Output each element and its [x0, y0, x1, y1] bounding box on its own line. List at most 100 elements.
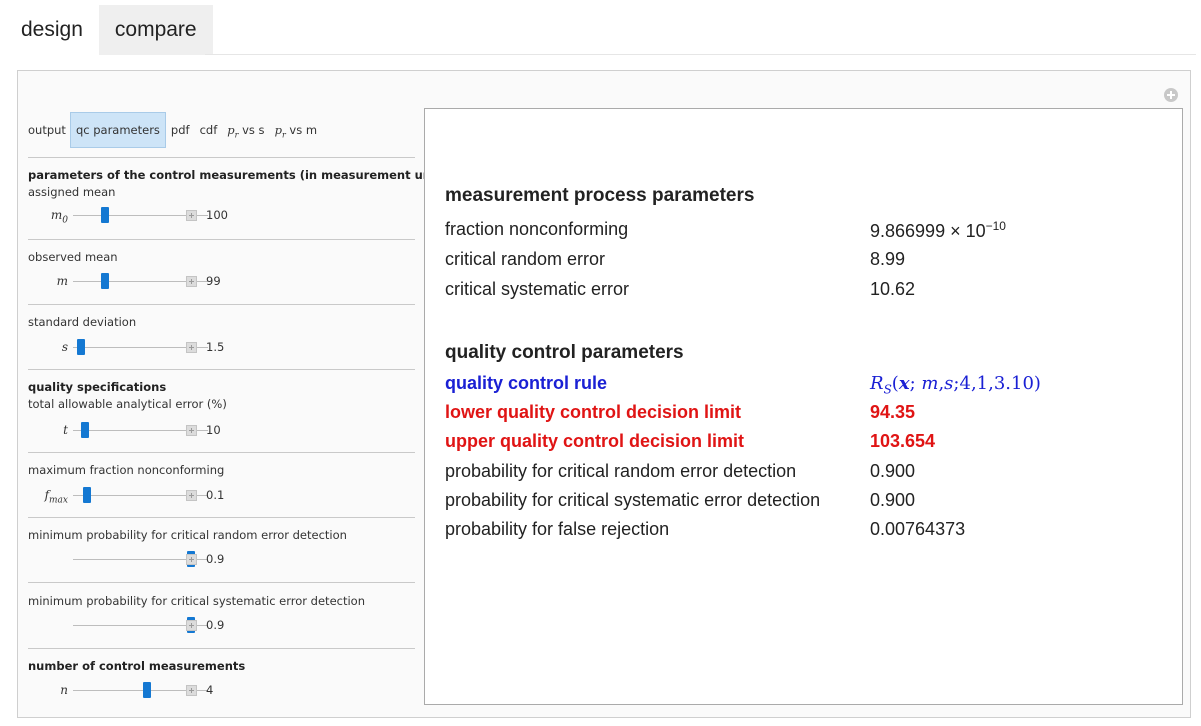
critical-random-error-label: critical random error [445, 249, 606, 269]
standard-deviation-label: standard deviation [28, 315, 137, 329]
tab-design[interactable]: design [5, 5, 99, 55]
prob-false-rejection-label: probability for false rejection [445, 519, 670, 539]
prob-random-row: probability for critical random error de… [445, 461, 1165, 489]
lower-limit-row: lower quality control decision limit 94.… [445, 402, 1165, 430]
expand-icon[interactable] [186, 276, 197, 287]
assigned-mean-slider[interactable]: m0 100 [28, 205, 415, 225]
observed-mean-slider[interactable]: m 99 [28, 271, 415, 291]
max-fraction-nonconforming-label: maximum fraction nonconforming [28, 463, 225, 477]
min-prob-random-value: 0.9 [206, 552, 225, 566]
output-area: measurement process parameters fraction … [424, 108, 1183, 705]
section-header-control-measurements: parameters of the control measurements (… [28, 168, 453, 182]
upper-limit-row: upper quality control decision limit 103… [445, 431, 1165, 459]
standard-deviation-value: 1.5 [206, 340, 225, 354]
option-pr-vs-m[interactable]: pr vs m [270, 112, 323, 148]
lower-limit-label: lower quality control decision limit [445, 402, 742, 422]
option-pr-vs-s-label: vs s [242, 123, 265, 137]
expand-icon[interactable] [186, 685, 197, 696]
slider-thumb[interactable] [77, 339, 85, 355]
qc-rule-args: 4,1,3.10) [959, 373, 1041, 394]
option-pdf[interactable]: pdf [166, 112, 195, 148]
qc-parameters-header: quality control parameters [445, 342, 684, 363]
qc-rule-row: quality control rule RS(x; m,s;4,1,3.10) [445, 373, 1165, 401]
expand-icon[interactable] [186, 620, 197, 631]
min-prob-systematic-label: minimum probability for critical systema… [28, 594, 365, 608]
expand-icon[interactable] [186, 342, 197, 353]
fraction-nonconforming-value: 9.866999 × 10−10 [870, 219, 1006, 241]
add-icon[interactable] [1164, 88, 1178, 102]
observed-mean-label: observed mean [28, 250, 118, 264]
fraction-nonconforming-mantissa: 9.866999 [870, 221, 946, 241]
divider [28, 369, 415, 370]
slider-thumb[interactable] [101, 207, 109, 223]
section-header-quality-specifications: quality specifications [28, 380, 167, 394]
max-fraction-nonconforming-value: 0.1 [206, 488, 225, 502]
option-pr-vs-m-label: vs m [289, 123, 318, 137]
critical-random-error-value: 8.99 [870, 249, 906, 269]
expand-icon[interactable] [186, 490, 197, 501]
observed-mean-value: 99 [206, 274, 221, 288]
assigned-mean-value: 100 [206, 208, 228, 222]
divider [28, 304, 415, 305]
tab-bar: design compare [5, 5, 213, 55]
fraction-nonconforming-exponent: −10 [985, 219, 1006, 233]
process-parameters-header: measurement process parameters [445, 185, 755, 206]
min-prob-random-label: minimum probability for critical random … [28, 528, 347, 542]
fraction-nonconforming-label: fraction nonconforming [445, 219, 629, 239]
prob-false-rejection-value: 0.00764373 [870, 519, 966, 539]
prob-systematic-label: probability for critical systematic erro… [445, 490, 821, 510]
expand-icon[interactable] [186, 210, 197, 221]
divider [28, 452, 415, 453]
upper-limit-value: 103.654 [870, 431, 936, 451]
min-prob-systematic-value: 0.9 [206, 618, 225, 632]
divider [28, 582, 415, 583]
prob-false-rejection-row: probability for false rejection 0.007643… [445, 519, 1165, 547]
fraction-nonconforming-row: fraction nonconforming 9.866999 × 10−10 [445, 219, 1165, 247]
num-measurements-slider[interactable]: n 4 [28, 680, 415, 700]
min-prob-random-slider[interactable]: 0.9 [28, 549, 415, 569]
output-selector: output qc parameters pdf cdf pr vs s pr … [28, 112, 322, 148]
assigned-mean-label: assigned mean [28, 185, 116, 199]
m-symbol: m [56, 274, 68, 288]
divider [28, 239, 415, 240]
num-measurements-value: 4 [206, 683, 214, 697]
s-symbol: s [61, 340, 68, 354]
option-pr-vs-s[interactable]: pr vs s [222, 112, 269, 148]
option-qc-parameters[interactable]: qc parameters [69, 112, 166, 148]
divider [28, 517, 415, 518]
min-prob-systematic-slider[interactable]: 0.9 [28, 615, 415, 635]
slider-thumb[interactable] [83, 487, 91, 503]
option-cdf[interactable]: cdf [195, 112, 223, 148]
prob-systematic-row: probability for critical systematic erro… [445, 490, 1165, 518]
divider [28, 157, 415, 158]
divider [28, 648, 415, 649]
slider-thumb[interactable] [101, 273, 109, 289]
fmax-symbol: fmax [44, 488, 68, 506]
slider-thumb[interactable] [81, 422, 89, 438]
qc-rule-value: RS(x; m,s;4,1,3.10) [870, 373, 1041, 397]
prob-systematic-value: 0.900 [870, 490, 916, 510]
total-allowable-error-label: total allowable analytical error (%) [28, 397, 227, 411]
critical-systematic-error-label: critical systematic error [445, 279, 630, 299]
prob-random-value: 0.900 [870, 461, 916, 481]
upper-limit-label: upper quality control decision limit [445, 431, 745, 451]
critical-systematic-error-row: critical systematic error 10.62 [445, 279, 1165, 307]
t-symbol: t [63, 423, 68, 437]
total-allowable-error-value: 10 [206, 423, 221, 437]
section-header-number-of-measurements: number of control measurements [28, 659, 246, 673]
prob-random-label: probability for critical random error de… [445, 461, 797, 481]
max-fraction-nonconforming-slider[interactable]: fmax 0.1 [28, 485, 415, 505]
standard-deviation-slider[interactable]: s 1.5 [28, 337, 415, 357]
expand-icon[interactable] [186, 554, 197, 565]
total-allowable-error-slider[interactable]: t 10 [28, 420, 415, 440]
qc-rule-label: quality control rule [445, 373, 608, 393]
tab-strip-divider [205, 54, 1196, 55]
critical-systematic-error-value: 10.62 [870, 279, 916, 299]
m0-symbol: m0 [50, 208, 68, 226]
lower-limit-value: 94.35 [870, 402, 916, 422]
critical-random-error-row: critical random error 8.99 [445, 249, 1165, 277]
slider-thumb[interactable] [143, 682, 151, 698]
tab-compare[interactable]: compare [98, 5, 213, 55]
expand-icon[interactable] [186, 425, 197, 436]
output-label: output [28, 123, 66, 137]
